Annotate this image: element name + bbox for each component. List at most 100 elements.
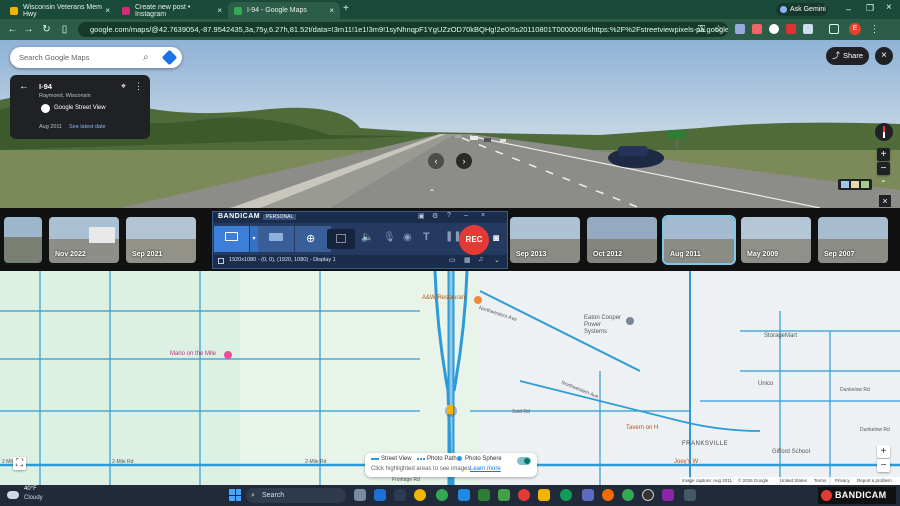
tab-instagram[interactable]: Create new post • Instagram ×	[116, 2, 228, 19]
app-icon[interactable]	[414, 489, 426, 501]
folder-icon[interactable]	[538, 489, 550, 501]
bookmark-star-icon[interactable]: ☆	[712, 23, 725, 36]
app-icon[interactable]	[602, 489, 614, 501]
webcam-toggle[interactable]	[327, 229, 355, 249]
filmstrip-thumb[interactable]	[4, 217, 42, 263]
speaker-icon[interactable]: 🔈	[361, 232, 373, 243]
folder-icon[interactable]: ▣	[418, 212, 425, 220]
app-icon[interactable]	[478, 489, 490, 501]
page-info-icon[interactable]: ⚿	[695, 23, 708, 36]
filmstrip-thumb[interactable]: Oct 2012	[587, 217, 657, 263]
map-label-tavern[interactable]: Tavern on H	[626, 425, 658, 431]
app-icon[interactable]	[582, 489, 594, 501]
sidebar-icon[interactable]: ▯	[58, 23, 71, 36]
windows-start-icon[interactable]	[229, 489, 241, 501]
close-street-view-button[interactable]: ×	[875, 47, 893, 65]
see-latest-date-link[interactable]: See latest date	[69, 124, 106, 130]
url-input[interactable]: google.com/maps/@42.7639054,-87.9542435,…	[78, 22, 728, 37]
extensions-puzzle-icon[interactable]	[803, 24, 813, 34]
extension-icon[interactable]	[752, 24, 762, 34]
close-icon[interactable]: ×	[329, 6, 334, 15]
extension-icon[interactable]	[735, 24, 745, 34]
weather-temp[interactable]: 40°F	[24, 486, 37, 492]
privacy-link[interactable]: Privacy	[835, 477, 850, 485]
layer-switcher[interactable]	[838, 179, 872, 190]
zoom-out-button[interactable]: −	[877, 162, 890, 175]
map-label-eaton[interactable]: Eaton Cooper Power Systems	[584, 315, 624, 336]
chrome-icon[interactable]	[436, 489, 448, 501]
terms-link[interactable]: Terms	[814, 477, 826, 485]
screen-mode-button[interactable]	[214, 226, 249, 252]
dropdown-arrow-icon[interactable]: ▾	[250, 226, 258, 252]
settings-gear-icon[interactable]: ⚙	[432, 212, 438, 220]
directions-icon[interactable]	[161, 49, 178, 66]
minimize-icon[interactable]: –	[464, 212, 468, 219]
map-label-storage[interactable]: StorageMart	[764, 333, 797, 339]
maximize-icon[interactable]: ❐	[866, 3, 874, 14]
poi-pin-icon[interactable]	[224, 351, 232, 359]
close-icon[interactable]: ×	[481, 212, 485, 219]
screenshot-camera-icon[interactable]: ◙	[493, 233, 499, 244]
maps-search-input[interactable]: Search Google Maps ⌕	[10, 47, 182, 68]
map-label-unico[interactable]: Unico	[758, 381, 773, 387]
app-icon[interactable]	[374, 489, 386, 501]
fullscreen-icon[interactable]: ⛶	[13, 457, 26, 470]
app-icon[interactable]	[458, 489, 470, 501]
pin-icon[interactable]: ⌖	[121, 81, 126, 92]
app-icon[interactable]	[518, 489, 530, 501]
compass-icon[interactable]	[875, 123, 893, 141]
forward-icon[interactable]: →	[22, 23, 35, 36]
map-label-restaurant[interactable]: A&W Restaurant	[422, 295, 467, 301]
map-label-mario[interactable]: Mario on the Mile	[170, 351, 216, 357]
zoom-in-button[interactable]: +	[877, 148, 890, 161]
task-view-icon[interactable]	[354, 489, 366, 501]
ask-gemini-button[interactable]: Ask Gemini	[776, 3, 828, 16]
minimize-icon[interactable]: –	[846, 4, 851, 14]
layer-toggle[interactable]	[517, 457, 531, 465]
close-icon[interactable]: ×	[105, 6, 110, 15]
game-mode-button[interactable]: ⊕	[295, 226, 331, 252]
previous-arrow-icon[interactable]: ‹	[428, 153, 444, 169]
extension-icon[interactable]	[769, 24, 779, 34]
text-overlay-icon[interactable]: T	[423, 231, 430, 243]
filmstrip-thumb[interactable]: May 2009	[741, 217, 811, 263]
checkbox[interactable]	[218, 258, 224, 264]
next-arrow-icon[interactable]: ›	[456, 153, 472, 169]
edge-icon[interactable]	[560, 489, 572, 501]
back-icon[interactable]: ←	[6, 23, 19, 36]
audio-icon[interactable]: ♫	[478, 256, 483, 263]
tab-wisconsin[interactable]: Wisconsin Veterans Mem Hwy ×	[4, 2, 116, 19]
filmstrip-thumb[interactable]: Sep 2007	[818, 217, 888, 263]
region-link[interactable]: United States	[780, 477, 807, 485]
restaurant-pin-icon[interactable]	[474, 296, 482, 304]
app-icon[interactable]	[662, 489, 674, 501]
more-options-icon[interactable]: ⋮	[134, 81, 143, 92]
video-icon[interactable]: ▭	[449, 256, 456, 264]
capture-date[interactable]: Aug 2011	[39, 124, 62, 130]
navigation-chevron-icon[interactable]: ⌃	[424, 188, 440, 198]
chrome-icon[interactable]	[622, 489, 634, 501]
help-icon[interactable]: ?	[447, 212, 451, 219]
map-label-gifford[interactable]: Gifford School	[772, 449, 810, 455]
new-tab-button[interactable]: +	[343, 3, 349, 14]
reload-icon[interactable]: ↻	[40, 23, 53, 36]
media-player-icon[interactable]	[642, 489, 654, 501]
learn-more-link[interactable]: Learn more	[470, 466, 501, 472]
search-icon[interactable]: ⌕	[143, 47, 149, 68]
back-arrow-icon[interactable]: ←	[19, 81, 29, 92]
window-close-icon[interactable]: ×	[886, 2, 892, 13]
close-filmstrip-icon[interactable]: ×	[879, 195, 891, 207]
close-icon[interactable]: ×	[217, 6, 222, 15]
map-canvas[interactable]: A&W Restaurant Mario on the Mile Eaton C…	[0, 271, 900, 485]
map-zoom-out-button[interactable]: −	[877, 459, 890, 472]
street-view-panorama[interactable]: Search Google Maps ⌕ ⤴ Share × ← I-94 Ra…	[0, 40, 900, 208]
report-link[interactable]: Report a problem	[857, 477, 892, 485]
youtube-extension-icon[interactable]	[786, 24, 796, 34]
share-button[interactable]: ⤴ Share	[826, 47, 869, 65]
image-icon[interactable]: ▦	[464, 256, 471, 264]
app-icon[interactable]	[394, 489, 406, 501]
taskbar-search-input[interactable]: ⌕ Search	[246, 488, 346, 503]
filmstrip-thumb[interactable]: Nov 2022	[49, 217, 119, 263]
record-button[interactable]: REC	[459, 225, 489, 255]
expand-chevron-icon[interactable]: ⌄	[494, 256, 500, 264]
